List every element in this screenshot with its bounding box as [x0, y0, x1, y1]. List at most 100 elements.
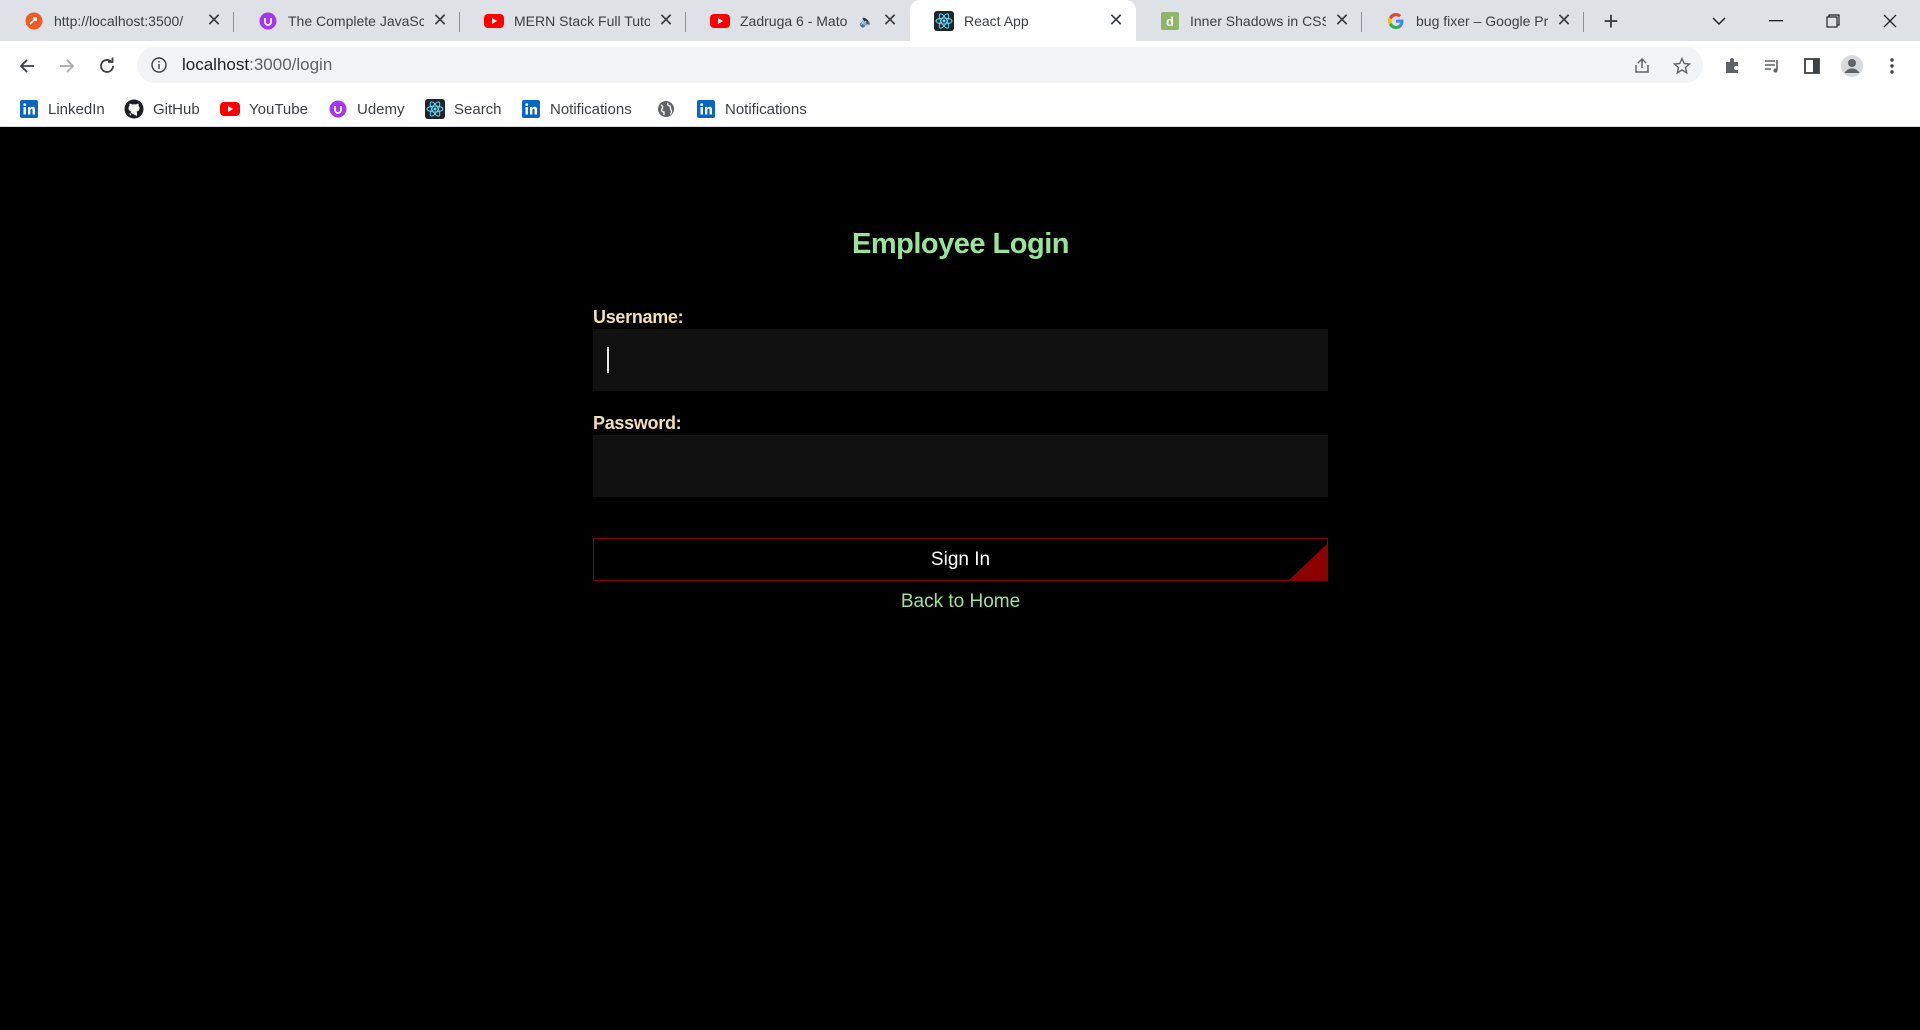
- minimize-button[interactable]: [1748, 0, 1804, 41]
- bookmark-notifications-2[interactable]: Notifications: [696, 97, 807, 121]
- tab-title: MERN Stack Full Tutorial: [514, 12, 650, 29]
- youtube-icon: [484, 11, 504, 31]
- page-content: Employee Login Username: Password: Sign …: [0, 128, 1920, 1030]
- media-controls-button[interactable]: [1757, 51, 1787, 81]
- youtube-icon: [710, 11, 730, 31]
- restore-button[interactable]: [1805, 0, 1861, 41]
- sign-in-label: Sign In: [930, 548, 991, 570]
- tab-title: bug fixer – Google Pr: [1416, 12, 1548, 29]
- star-icon: [1673, 57, 1691, 75]
- tab-title: The Complete JavaScript: [288, 12, 424, 29]
- udemy-icon: [328, 99, 348, 119]
- udemy-icon: [258, 11, 278, 31]
- bookmark-label: Notifications: [725, 100, 807, 118]
- corner-accent: [1289, 544, 1327, 580]
- close-icon[interactable]: ✕: [1106, 10, 1126, 31]
- close-icon[interactable]: ✕: [204, 10, 224, 31]
- puzzle-icon: [1726, 58, 1738, 73]
- info-icon[interactable]: [149, 55, 169, 75]
- tab-separator: [1583, 12, 1584, 32]
- tab-title: http://localhost:3500/: [54, 12, 184, 29]
- address-bar[interactable]: localhost:3000/login: [137, 47, 1703, 83]
- close-icon[interactable]: ✕: [1554, 10, 1574, 31]
- close-icon: [1883, 14, 1897, 27]
- linkedin-icon: [19, 99, 39, 119]
- arrow-left-icon: [19, 59, 34, 73]
- bookmark-label: Search: [454, 100, 502, 118]
- share-button[interactable]: [1627, 51, 1657, 81]
- github-icon: [124, 99, 144, 119]
- page-title: Employee Login: [852, 228, 1069, 260]
- tab-title: React App: [964, 12, 1029, 29]
- bookmark-notifications[interactable]: Notifications: [521, 97, 632, 121]
- react-icon: [425, 99, 445, 119]
- extensions-button[interactable]: [1717, 51, 1747, 81]
- tab-bug-fixer[interactable]: bug fixer – Google Pr ✕: [1362, 0, 1584, 41]
- reload-button[interactable]: [92, 51, 122, 81]
- arrow-right-icon: [60, 59, 75, 73]
- tab-title: Inner Shadows in CSS: [1190, 12, 1326, 29]
- password-input[interactable]: [593, 435, 1328, 497]
- profile-button[interactable]: [1837, 51, 1867, 81]
- bookmark-udemy[interactable]: Udemy: [328, 97, 405, 121]
- tab-udemy[interactable]: The Complete JavaScript ✕: [234, 0, 460, 41]
- tab-react-app[interactable]: React App ✕: [910, 0, 1136, 41]
- queue-music-icon: [1765, 60, 1778, 73]
- url-text: localhost:3000/login: [182, 55, 332, 75]
- restore-icon: [1826, 13, 1840, 28]
- username-label: Username:: [593, 307, 684, 327]
- side-panel-button[interactable]: [1797, 51, 1827, 81]
- close-icon[interactable]: ✕: [1332, 10, 1352, 31]
- url-path: :3000/login: [249, 55, 333, 74]
- back-button[interactable]: [12, 51, 42, 81]
- svg-text:d: d: [1166, 14, 1174, 29]
- globe-icon: [656, 99, 676, 119]
- bookmark-label: Udemy: [357, 100, 405, 118]
- minimize-icon: [1769, 19, 1783, 21]
- close-icon[interactable]: ✕: [880, 10, 900, 31]
- side-panel-icon: [1804, 58, 1820, 74]
- linkedin-icon: [521, 99, 541, 119]
- bookmark-globe[interactable]: [656, 97, 685, 121]
- react-icon: [934, 10, 954, 31]
- bookmark-label: LinkedIn: [48, 100, 105, 118]
- back-to-home-link[interactable]: Back to Home: [593, 591, 1328, 613]
- username-field-wrapper: [593, 329, 1328, 391]
- sign-in-button[interactable]: Sign In: [593, 538, 1328, 581]
- password-label: Password:: [593, 413, 682, 433]
- bookmark-label: Notifications: [550, 100, 632, 118]
- postman-icon: [24, 11, 44, 31]
- tab-mern-tutorial[interactable]: MERN Stack Full Tutorial ✕: [460, 0, 686, 41]
- google-icon: [1386, 11, 1406, 31]
- tab-postman[interactable]: http://localhost:3500/ ✕: [0, 0, 234, 41]
- d-icon: d: [1160, 11, 1180, 31]
- reload-icon: [100, 57, 114, 73]
- forward-button[interactable]: [52, 51, 82, 81]
- tab-search-button[interactable]: [1691, 0, 1747, 41]
- browser-toolbar: localhost:3000/login: [0, 41, 1920, 89]
- linkedin-icon: [696, 99, 716, 119]
- new-tab-button[interactable]: +: [1596, 6, 1626, 36]
- chevron-down-icon: [1712, 16, 1726, 25]
- close-icon[interactable]: ✕: [430, 10, 450, 31]
- share-icon: [1635, 57, 1649, 73]
- username-input[interactable]: [593, 329, 1328, 391]
- bookmark-github[interactable]: GitHub: [124, 97, 200, 121]
- bookmark-search[interactable]: Search: [425, 97, 502, 121]
- speaker-icon[interactable]: 🔈: [859, 14, 874, 28]
- kebab-menu-icon: [1890, 58, 1894, 74]
- tab-strip: http://localhost:3500/ ✕ The Complete Ja…: [0, 0, 1920, 41]
- tab-zadruga[interactable]: Zadruga 6 - Mato 🔈 ✕: [686, 0, 910, 41]
- avatar-icon: [1841, 55, 1863, 77]
- menu-button[interactable]: [1877, 51, 1907, 81]
- text-caret: [607, 347, 609, 373]
- bookmark-label: GitHub: [153, 100, 200, 118]
- close-window-button[interactable]: [1862, 0, 1918, 41]
- bookmark-linkedin[interactable]: LinkedIn: [19, 97, 105, 121]
- youtube-icon: [220, 99, 240, 119]
- bookmark-label: YouTube: [249, 100, 308, 118]
- bookmark-star-button[interactable]: [1667, 51, 1697, 81]
- bookmark-youtube[interactable]: YouTube: [220, 97, 308, 121]
- close-icon[interactable]: ✕: [656, 10, 676, 31]
- tab-inner-shadows[interactable]: d Inner Shadows in CSS ✕: [1136, 0, 1362, 41]
